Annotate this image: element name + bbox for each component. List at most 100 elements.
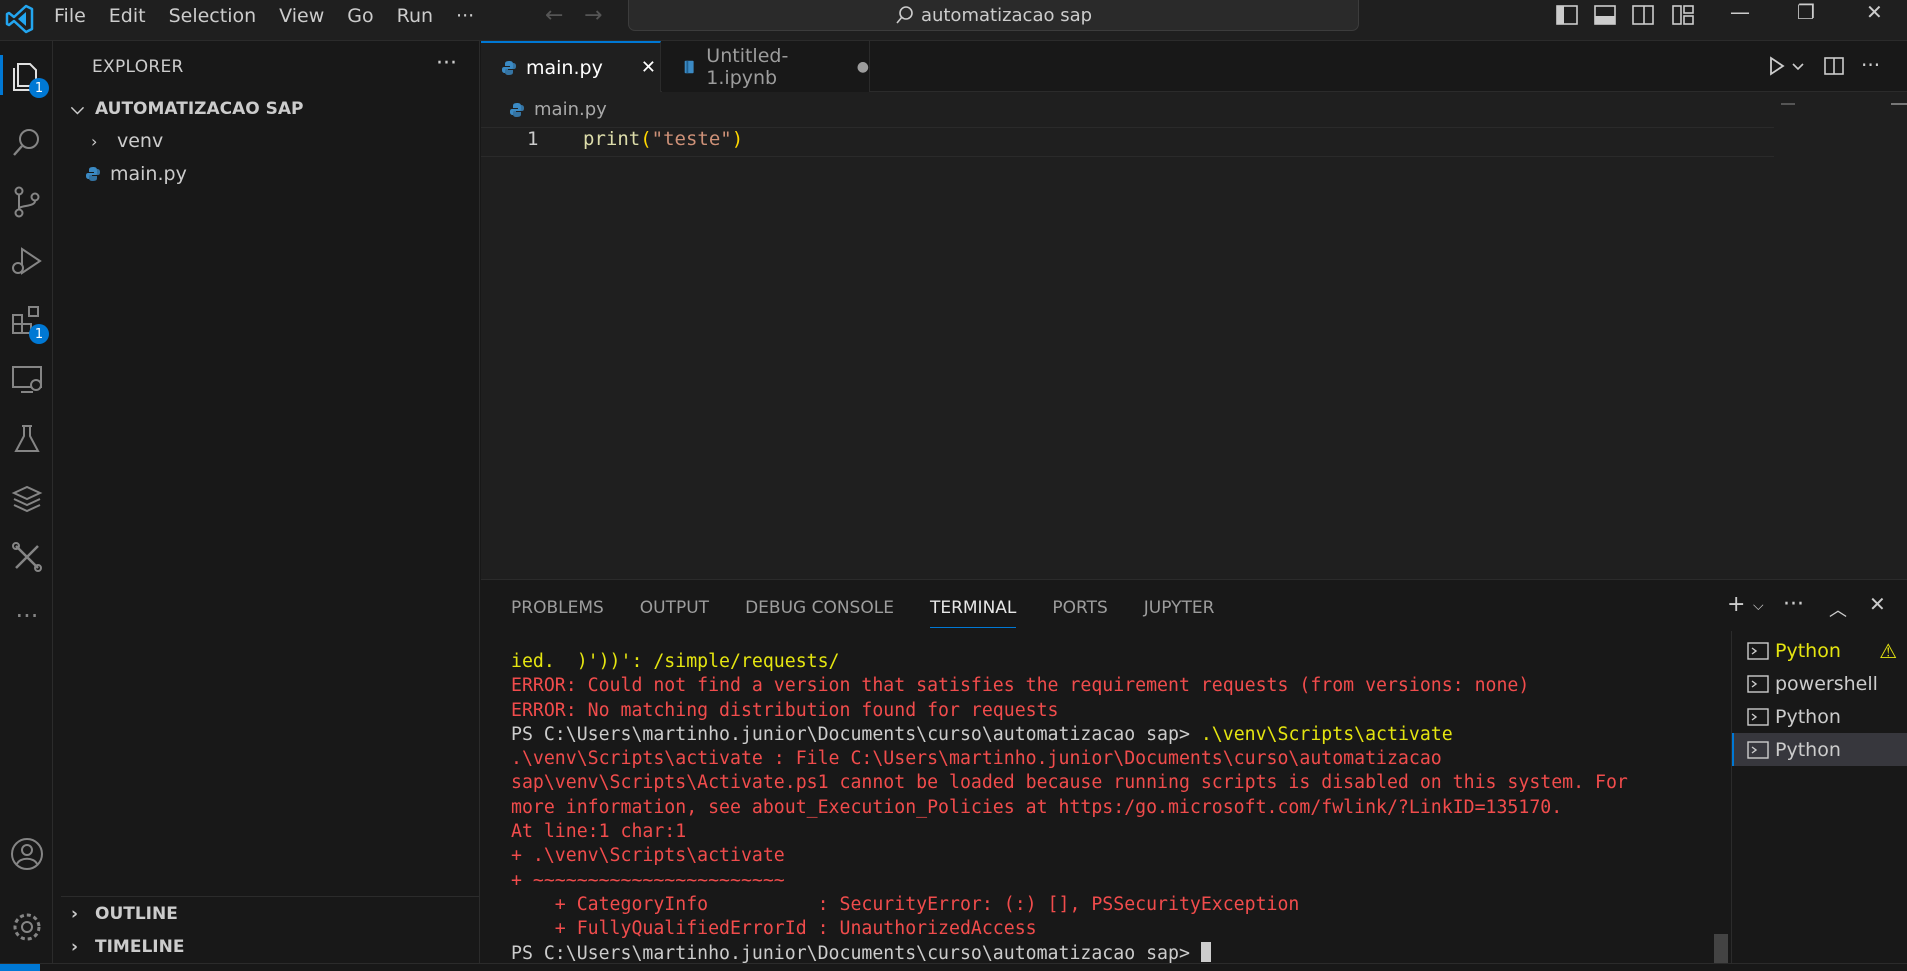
deploy-icon[interactable] [7,477,47,517]
breadcrumb-file: main.py [534,99,607,120]
terminal-line: + .\venv\Scripts\activate [511,844,1681,868]
tab-jupyter[interactable]: JUPYTER [1144,598,1215,618]
terminal-item-powershell[interactable]: powershell [1732,667,1907,700]
menu-bar: File Edit Selection View Go Run ··· [54,0,497,31]
settings-gear-icon[interactable] [7,907,47,947]
code-paren-open: ( [640,128,652,150]
forward-arrow-icon[interactable]: → [584,3,602,28]
explorer-icon[interactable]: 1 [0,55,49,98]
menu-selection[interactable]: Selection [169,5,257,27]
toggle-panel-icon[interactable] [1592,2,1618,28]
close-tab-icon[interactable]: ✕ [641,57,656,78]
tab-output[interactable]: OUTPUT [640,598,709,618]
activity-bar: 1 1 ··· [0,41,53,963]
timeline-section-header[interactable]: › TIMELINE [71,937,184,957]
tab-ports[interactable]: PORTS [1052,598,1107,618]
breadcrumb[interactable]: main.py [509,99,607,120]
terminal-line-text: + FullyQualifiedErrorId : UnauthorizedAc… [511,918,1037,940]
terminal-line: PS C:\Users\martinho.junior\Documents\cu… [511,723,1681,747]
editor-more-button[interactable]: ··· [1861,53,1880,79]
terminal-line: + CategoryInfo : SecurityError: (:) [], … [511,893,1681,917]
terminal-line-text: .\venv\Scripts\activate : File C:\Users\… [511,748,1442,770]
tree-item-main-py[interactable]: main.py [85,163,187,185]
terminal-line-text: PS C:\Users\martinho.junior\Documents\cu… [511,942,1201,964]
accounts-icon[interactable] [7,834,47,874]
run-python-file-icon[interactable] [1763,53,1789,79]
sidebar-more-button[interactable]: ··· [436,51,457,76]
terminal-line: + FullyQualifiedErrorId : UnauthorizedAc… [511,917,1681,941]
terminal-item-python-2[interactable]: Python [1732,700,1907,733]
terminal-output[interactable]: ied. )'))': /simple/requests/ERROR: Coul… [511,650,1681,966]
tab-debug-console[interactable]: DEBUG CONSOLE [745,598,894,618]
terminal-line: + ~~~~~~~~~~~~~~~~~~~~~~~ [511,869,1681,893]
customize-layout-icon[interactable] [1670,2,1696,28]
unsaved-dot-icon[interactable]: ● [857,59,869,75]
toggle-secondary-sidebar-icon[interactable] [1630,2,1656,28]
terminal-line: ERROR: Could not find a version that sat… [511,674,1681,698]
tab-main-py[interactable]: main.py ✕ [481,41,661,92]
chevron-down-icon[interactable]: ⌵ [1753,598,1764,614]
split-editor-icon[interactable] [1821,53,1847,79]
menu-edit[interactable]: Edit [109,5,146,27]
warning-icon: ⚠ [1879,638,1897,663]
terminal-line-text: At line:1 char:1 [511,821,687,843]
code-string-token: "teste" [651,128,732,150]
tools-icon[interactable] [7,537,47,577]
workspace-folder-header[interactable]: ⌵ AUTOMATIZACAO SAP [71,99,304,119]
terminal-icon [1747,674,1769,693]
tree-item-venv[interactable]: › venv [91,130,163,152]
menu-file[interactable]: File [54,5,86,27]
minimap-slider[interactable] [1781,103,1795,105]
outline-section-header[interactable]: › OUTLINE [71,904,178,924]
terminal-scrollbar[interactable] [1714,934,1728,963]
notebook-file-icon [684,60,694,73]
restore-icon[interactable]: ❐ [1797,0,1815,24]
explorer-sidebar: EXPLORER ··· ⌵ AUTOMATIZACAO SAP › venv … [61,41,480,963]
divider [61,896,479,897]
menu-view[interactable]: View [279,5,324,27]
remote-explorer-icon[interactable] [7,359,47,399]
chevron-down-icon: ⌵ [71,99,84,119]
tree-item-label: main.py [110,163,187,185]
python-file-icon [502,60,516,75]
terminal-line-text: ERROR: No matching distribution found fo… [511,699,1059,721]
editor-tabs: main.py ✕ Untitled-1.ipynb ● ··· [481,41,1907,92]
more-views-icon[interactable]: ··· [7,596,47,636]
close-window-icon[interactable]: ✕ [1866,0,1883,24]
chevron-down-icon[interactable] [1789,53,1807,79]
maximize-panel-icon[interactable]: ︿ [1829,596,1847,622]
terminal-line: At line:1 char:1 [511,820,1681,844]
terminal-line-text: + CategoryInfo : SecurityError: (:) [], … [511,893,1300,915]
tab-terminal[interactable]: TERMINAL [929,598,1017,628]
toggle-primary-sidebar-icon[interactable] [1554,2,1580,28]
terminal-label: powershell [1775,672,1878,695]
terminal-item-python-3[interactable]: Python [1732,733,1907,766]
remote-indicator[interactable] [0,964,40,971]
run-and-debug-icon[interactable] [7,241,47,281]
source-control-icon[interactable] [7,182,47,222]
terminal-line-text: + ~~~~~~~~~~~~~~~~~~~~~~~ [511,869,785,891]
chevron-right-icon: › [71,937,79,957]
menu-more-button[interactable]: ··· [456,5,474,27]
menu-run[interactable]: Run [397,5,433,27]
line-number: 1 [527,128,539,150]
terminal-line-text: more information, see about_Execution_Po… [511,796,1563,818]
panel-more-button[interactable]: ··· [1783,592,1804,617]
close-panel-icon[interactable]: ✕ [1869,592,1886,616]
code-line[interactable]: print("teste") [583,128,743,150]
back-arrow-icon[interactable]: ← [545,3,563,28]
new-terminal-icon[interactable]: + [1727,592,1745,617]
search-icon[interactable] [7,123,47,163]
python-file-icon [86,167,100,181]
minimize-icon[interactable]: — [1730,0,1750,24]
tab-untitled-ipynb[interactable]: Untitled-1.ipynb ● [662,41,870,92]
tab-problems[interactable]: PROBLEMS [511,598,604,618]
extensions-icon[interactable]: 1 [7,301,49,344]
command-center-search[interactable]: automatizacao sap [628,0,1359,31]
chevron-right-icon: › [91,131,98,151]
terminal-item-python-1[interactable]: Python ⚠ [1732,634,1907,667]
testing-icon[interactable] [7,419,47,459]
terminal-label: Python [1775,639,1841,662]
terminal-icon [1747,707,1769,726]
menu-go[interactable]: Go [347,5,373,27]
